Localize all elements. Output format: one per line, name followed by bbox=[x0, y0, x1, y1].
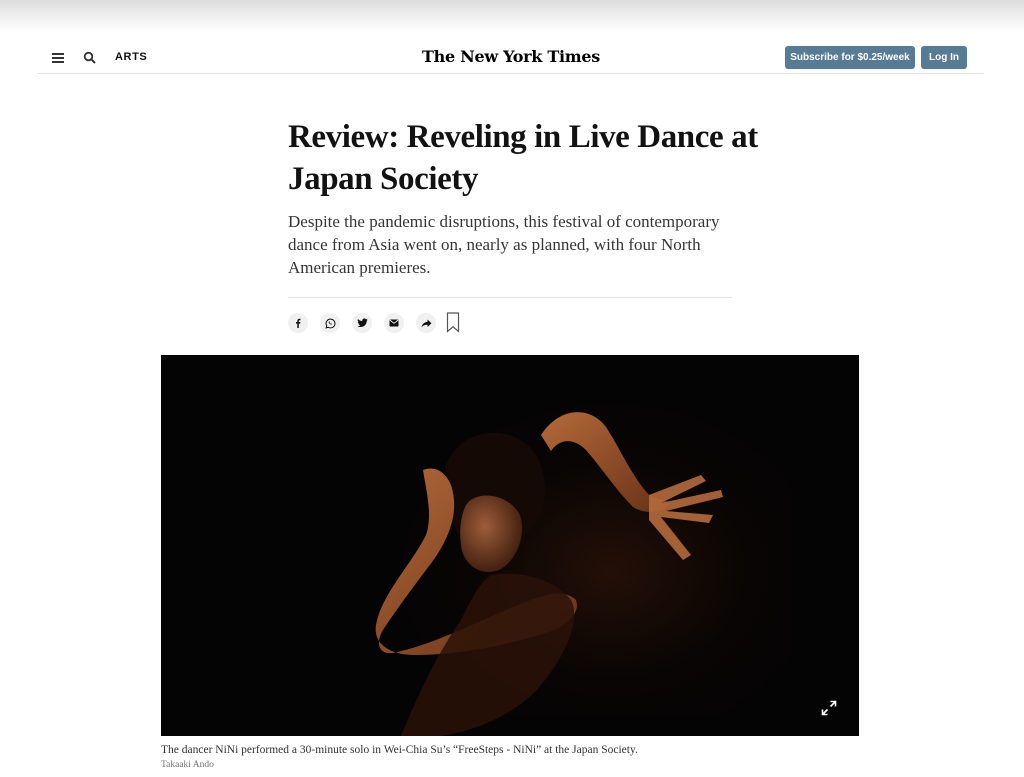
whatsapp-icon bbox=[324, 318, 335, 329]
facebook-icon bbox=[296, 318, 301, 328]
subscribe-button[interactable]: Subscribe for $0.25/week bbox=[785, 46, 915, 69]
article-headline: Review: Reveling in Live Dance at Japan … bbox=[288, 119, 758, 197]
photo-credit: Takaaki Ando bbox=[161, 760, 214, 770]
login-button[interactable]: Log In bbox=[921, 46, 967, 69]
nyt-logo[interactable]: The New York Times bbox=[418, 47, 604, 66]
lead-photo[interactable] bbox=[161, 355, 859, 736]
search-icon[interactable] bbox=[83, 51, 97, 65]
whatsapp-share-button[interactable] bbox=[320, 313, 340, 333]
expand-icon[interactable] bbox=[821, 700, 837, 716]
twitter-share-button[interactable] bbox=[352, 313, 372, 333]
facebook-share-button[interactable] bbox=[288, 313, 308, 333]
menu-icon[interactable] bbox=[52, 53, 64, 63]
email-icon bbox=[389, 319, 399, 327]
more-share-button[interactable] bbox=[416, 313, 436, 333]
article-summary: Despite the pandemic disruptions, this f… bbox=[288, 212, 720, 277]
bookmark-icon[interactable] bbox=[446, 312, 460, 333]
email-share-button[interactable] bbox=[384, 313, 404, 333]
photo-caption: The dancer NiNi performed a 30-minute so… bbox=[161, 744, 638, 756]
share-arrow-icon bbox=[421, 319, 431, 327]
twitter-icon bbox=[356, 318, 368, 328]
dancer-figure bbox=[375, 412, 723, 736]
section-link-arts[interactable]: ARTS bbox=[115, 51, 147, 63]
browser-top-fade bbox=[0, 0, 1024, 32]
divider bbox=[288, 297, 732, 298]
site-header: ARTS The New York Times Subscribe for $0… bbox=[38, 40, 984, 74]
